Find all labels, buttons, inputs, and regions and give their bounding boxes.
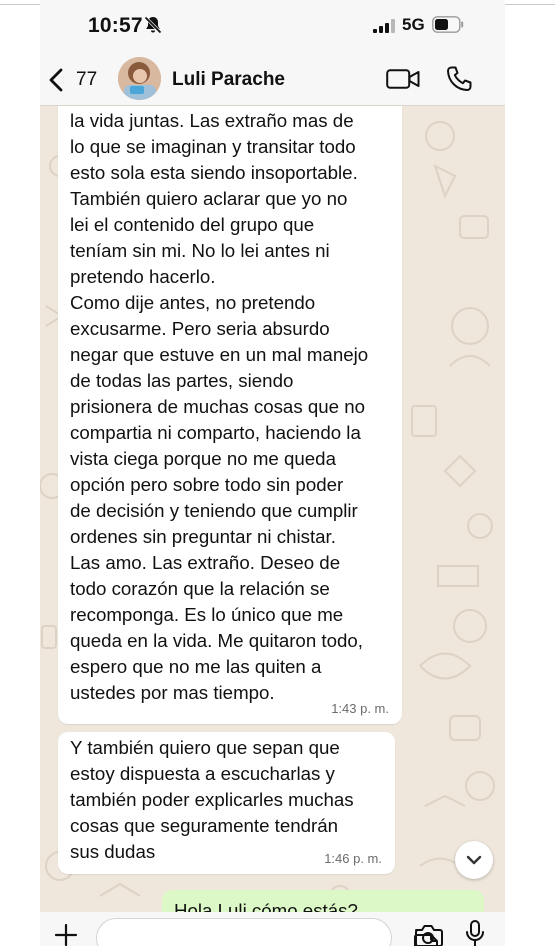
chat-header: 77 Luli Parache — [40, 54, 505, 106]
mic-icon[interactable] — [465, 920, 485, 946]
status-bar: 10:57 5G — [40, 0, 505, 54]
scroll-to-bottom-button[interactable] — [455, 841, 493, 879]
message-input[interactable] — [96, 918, 438, 946]
back-chevron-icon[interactable] — [48, 68, 64, 92]
back-unread-count[interactable]: 77 — [76, 69, 97, 91]
signal-icon — [373, 19, 395, 33]
message-input-bar — [40, 912, 505, 946]
bell-off-icon — [144, 16, 162, 34]
contact-name[interactable]: Luli Parache — [172, 69, 285, 91]
message-text: Hola Luli cómo estás? — [174, 900, 358, 912]
network-label: 5G — [402, 15, 425, 34]
chevron-down-icon — [466, 855, 482, 865]
chat-area[interactable]: volver a estar a su lado y compartir la … — [40, 106, 505, 912]
video-call-icon[interactable] — [386, 67, 420, 91]
camera-icon[interactable] — [413, 924, 443, 946]
message-text: Y también quiero que sepan que estoy dis… — [70, 737, 354, 862]
message-text: volver a estar a su lado y compartir la … — [70, 110, 369, 703]
avatar[interactable] — [118, 57, 161, 100]
incoming-message-bubble[interactable]: volver a estar a su lado y compartir la … — [58, 106, 402, 724]
plus-icon[interactable] — [54, 924, 78, 946]
status-time: 10:57 — [88, 14, 143, 37]
phone-screen: 10:57 5G 77 Luli Parache la vida juntas.… — [40, 0, 505, 946]
battery-icon — [432, 16, 464, 33]
outgoing-message-bubble[interactable]: Hola Luli cómo estás? — [162, 890, 484, 912]
message-timestamp: 1:46 p. m. — [324, 851, 382, 866]
incoming-message-bubble[interactable]: Y también quiero que sepan que estoy dis… — [58, 732, 395, 874]
phone-call-icon[interactable] — [445, 65, 473, 93]
message-timestamp: 1:43 p. m. — [331, 701, 389, 716]
